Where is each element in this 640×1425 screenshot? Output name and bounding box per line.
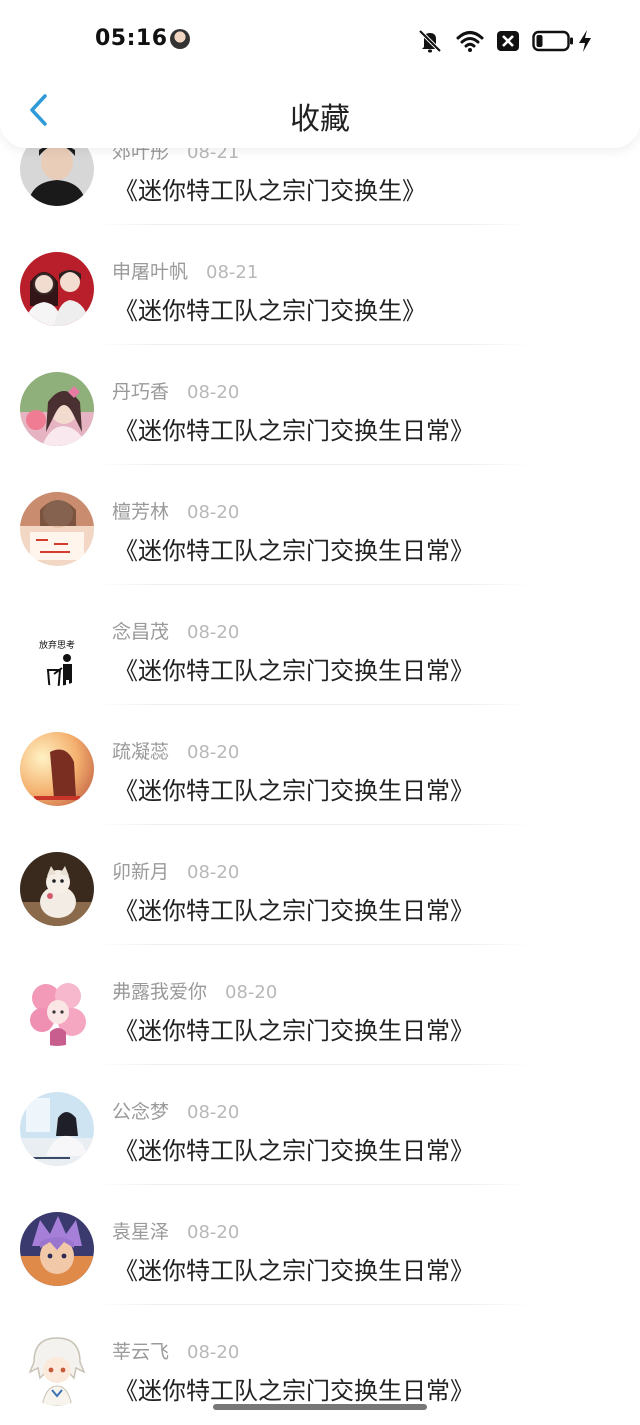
user-meta: 袁星泽 08-20 — [112, 1217, 239, 1244]
favorite-date: 08-20 — [187, 1342, 240, 1363]
book-title[interactable]: 《迷你特工队之宗门交换生日常》 — [114, 531, 474, 566]
user-avatar[interactable] — [20, 972, 94, 1046]
avatar-caption: 放弃思考 — [39, 639, 75, 651]
book-title[interactable]: 《迷你特工队之宗门交换生日常》 — [114, 651, 474, 686]
favorite-date: 08-20 — [187, 502, 240, 523]
notification-avatar-icon — [170, 29, 190, 49]
favorite-date: 08-20 — [187, 862, 240, 883]
wifi-icon — [456, 29, 484, 53]
user-avatar[interactable] — [20, 372, 94, 446]
list-item[interactable]: 放弃思考 念昌茂 08-20 《迷你特工队之宗门交换生日常》 — [0, 585, 640, 705]
favorite-date: 08-20 — [187, 622, 240, 643]
user-name: 疏凝蕊 — [112, 741, 170, 763]
user-meta: 丹巧香 08-20 — [112, 377, 239, 404]
list-item[interactable]: 袁星泽 08-20 《迷你特工队之宗门交换生日常》 — [0, 1185, 640, 1305]
book-title[interactable]: 《迷你特工队之宗门交换生日常》 — [114, 1251, 474, 1286]
user-avatar[interactable] — [20, 1212, 94, 1286]
user-meta: 公念梦 08-20 — [112, 1097, 239, 1124]
list-item[interactable]: 弗露我爱你 08-20 《迷你特工队之宗门交换生日常》 — [0, 945, 640, 1065]
user-name: 卯新月 — [112, 861, 170, 883]
list-item[interactable]: 申屠叶帆 08-21 《迷你特工队之宗门交换生》 — [0, 225, 640, 345]
book-title[interactable]: 《迷你特工队之宗门交换生日常》 — [114, 1371, 474, 1406]
home-indicator[interactable] — [213, 1404, 427, 1410]
book-title[interactable]: 《迷你特工队之宗门交换生日常》 — [114, 771, 474, 806]
page-title: 收藏 — [290, 102, 350, 137]
nav-bar: 收藏 — [0, 82, 640, 144]
status-time: 05:16 — [95, 26, 168, 51]
user-avatar[interactable]: 放弃思考 — [20, 612, 94, 686]
list-item[interactable]: 丹巧香 08-20 《迷你特工队之宗门交换生日常》 — [0, 345, 640, 465]
favorite-date: 08-20 — [187, 1222, 240, 1243]
book-title[interactable]: 《迷你特工队之宗门交换生日常》 — [114, 1131, 474, 1166]
user-avatar[interactable] — [20, 1092, 94, 1166]
user-name: 檀芳林 — [112, 501, 170, 523]
user-avatar[interactable] — [20, 492, 94, 566]
book-title[interactable]: 《迷你特工队之宗门交换生》 — [114, 171, 426, 206]
favorite-date: 08-21 — [206, 262, 259, 283]
battery-icon — [532, 30, 574, 52]
list-item[interactable]: 檀芳林 08-20 《迷你特工队之宗门交换生日常》 — [0, 465, 640, 585]
book-title[interactable]: 《迷你特工队之宗门交换生》 — [114, 291, 426, 326]
user-avatar[interactable] — [20, 732, 94, 806]
favorite-date: 08-20 — [187, 1102, 240, 1123]
book-title[interactable]: 《迷你特工队之宗门交换生日常》 — [114, 1011, 474, 1046]
favorite-date: 08-20 — [187, 742, 240, 763]
user-meta: 莘云飞 08-20 — [112, 1337, 239, 1364]
book-title[interactable]: 《迷你特工队之宗门交换生日常》 — [114, 411, 474, 446]
user-name: 申屠叶帆 — [112, 261, 189, 283]
favorite-date: 08-20 — [225, 982, 278, 1003]
list-item[interactable]: 卯新月 08-20 《迷你特工队之宗门交换生日常》 — [0, 825, 640, 945]
user-name: 念昌茂 — [112, 621, 170, 643]
user-meta: 念昌茂 08-20 — [112, 617, 239, 644]
user-meta: 疏凝蕊 08-20 — [112, 737, 239, 764]
user-name: 丹巧香 — [112, 381, 170, 403]
favorite-date: 08-20 — [187, 382, 240, 403]
status-bar: 05:16 — [0, 0, 640, 82]
user-avatar[interactable] — [20, 852, 94, 926]
list-item[interactable]: 疏凝蕊 08-20 《迷你特工队之宗门交换生日常》 — [0, 705, 640, 825]
user-name: 袁星泽 — [112, 1221, 170, 1243]
mute-bell-icon — [416, 28, 444, 54]
charging-bolt-icon — [578, 29, 592, 53]
list-item[interactable]: 公念梦 08-20 《迷你特工队之宗门交换生日常》 — [0, 1065, 640, 1185]
user-meta: 卯新月 08-20 — [112, 857, 239, 884]
user-avatar[interactable] — [20, 1332, 94, 1406]
user-meta: 申屠叶帆 08-21 — [112, 257, 258, 284]
user-meta: 弗露我爱你 08-20 — [112, 977, 277, 1004]
status-icons — [416, 28, 592, 54]
user-avatar[interactable] — [20, 252, 94, 326]
user-name: 弗露我爱你 — [112, 981, 208, 1003]
user-meta: 檀芳林 08-20 — [112, 497, 239, 524]
book-title[interactable]: 《迷你特工队之宗门交换生日常》 — [114, 891, 474, 926]
close-box-icon — [496, 30, 520, 52]
user-name: 公念梦 — [112, 1101, 170, 1123]
top-header: 05:16 收藏 — [0, 0, 640, 148]
user-name: 莘云飞 — [112, 1341, 170, 1363]
